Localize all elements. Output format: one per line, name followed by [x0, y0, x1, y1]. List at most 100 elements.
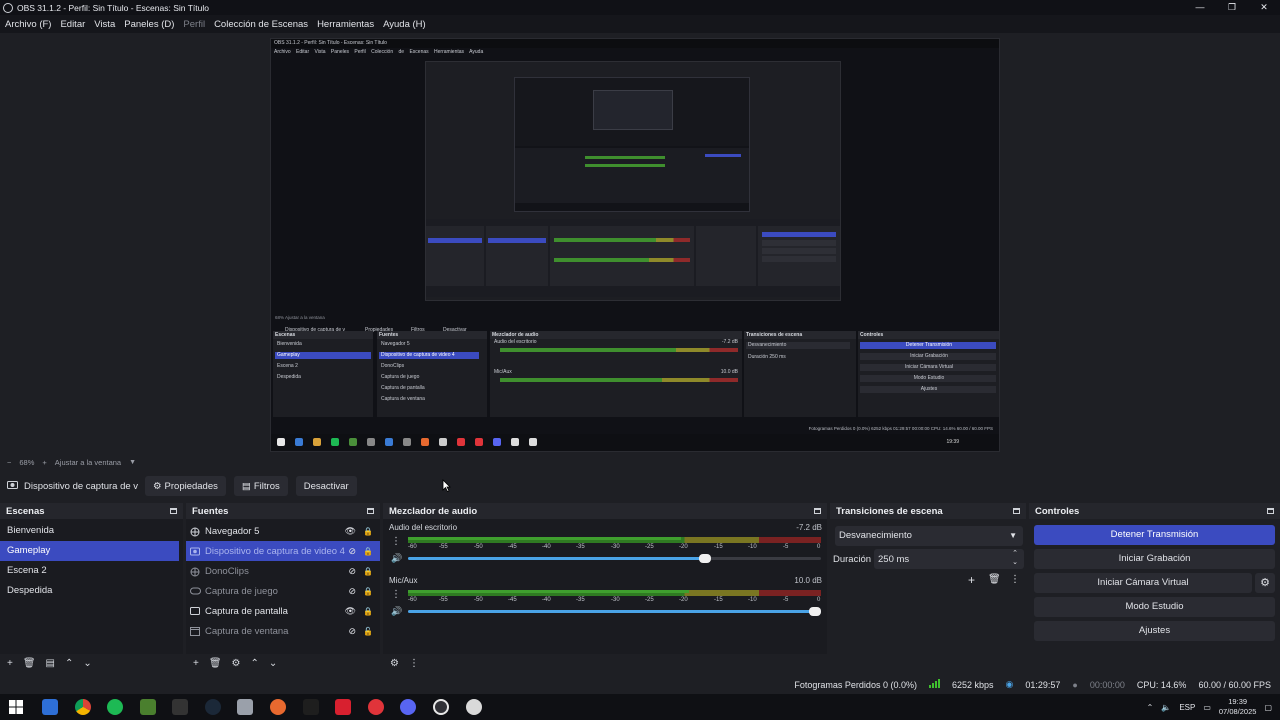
volume-icon[interactable]: 🔊: [391, 553, 402, 564]
deactivate-button[interactable]: Desactivar: [295, 476, 357, 496]
steam-icon[interactable]: [205, 699, 221, 715]
menu-herramientas[interactable]: Herramientas: [317, 19, 374, 30]
zoom-in-button[interactable]: +: [42, 458, 46, 467]
eye-off-icon[interactable]: ⊘: [348, 546, 356, 557]
arrow-up-icon[interactable]: ⌃: [65, 658, 73, 669]
arrow-down-icon[interactable]: ⌄: [269, 658, 277, 669]
app-icon[interactable]: [335, 699, 351, 715]
filter-icon[interactable]: ▤: [46, 658, 55, 669]
volume-slider[interactable]: [408, 607, 821, 616]
source-item[interactable]: Captura de ventana ⊘ 🔓: [186, 621, 380, 641]
menu-archivo[interactable]: Archivo (F): [5, 19, 51, 30]
eye-off-icon[interactable]: ⊘: [348, 626, 356, 637]
start-virtual-camera-button[interactable]: Iniciar Cámara Virtual: [1034, 573, 1252, 593]
zoom-out-button[interactable]: −: [7, 458, 11, 467]
more-icon[interactable]: ⋮: [1010, 574, 1020, 585]
file-explorer-icon[interactable]: [42, 699, 58, 715]
source-item[interactable]: Captura de juego ⊘ 🔒: [186, 581, 380, 601]
origin-icon[interactable]: [270, 699, 286, 715]
app-icon[interactable]: [303, 699, 319, 715]
app-icon[interactable]: [237, 699, 253, 715]
program-preview[interactable]: OBS 31.1.2 - Perfil: Sin Título - Escena…: [270, 38, 1000, 452]
maximize-button[interactable]: ❐: [1216, 0, 1248, 15]
start-recording-button[interactable]: Iniciar Grabación: [1034, 549, 1275, 569]
menu-coleccion[interactable]: Colección de Escenas: [214, 19, 308, 30]
volume-knob[interactable]: [809, 607, 821, 616]
properties-button[interactable]: ⚙ Propiedades: [145, 476, 226, 496]
scene-item[interactable]: Bienvenida: [0, 521, 183, 541]
eye-off-icon[interactable]: ⊘: [348, 566, 356, 577]
filters-button[interactable]: ▤ Filtros: [233, 476, 288, 496]
gear-icon[interactable]: ⚙: [390, 658, 399, 669]
obs-icon[interactable]: [433, 699, 449, 715]
source-item[interactable]: Navegador 5 👁 🔒: [186, 521, 380, 541]
clock[interactable]: 19:39 07/08/2025: [1219, 697, 1257, 717]
dock-menu-icon[interactable]: [1267, 508, 1274, 514]
lang-indicator[interactable]: ESP: [1179, 703, 1195, 712]
dock-menu-icon[interactable]: [170, 508, 177, 514]
volume-slider[interactable]: [408, 554, 821, 563]
lock-icon[interactable]: 🔓: [363, 627, 373, 636]
close-button[interactable]: ✕: [1248, 0, 1280, 15]
discord-icon[interactable]: [400, 699, 416, 715]
app-icon[interactable]: [466, 699, 482, 715]
gear-icon[interactable]: ⚙: [1255, 573, 1275, 593]
add-icon[interactable]: +: [193, 658, 199, 669]
menu-paneles[interactable]: Paneles (D): [124, 19, 174, 30]
source-item[interactable]: Dispositivo de captura de video 4 ⊘ 🔒: [186, 541, 380, 561]
minimize-button[interactable]: —: [1184, 0, 1216, 15]
app-icon[interactable]: [368, 699, 384, 715]
chevron-down-icon[interactable]: ▼: [129, 459, 136, 466]
trash-icon[interactable]: 🗑: [988, 574, 1001, 585]
source-item[interactable]: Captura de pantalla 👁 🔒: [186, 601, 380, 621]
studio-mode-button[interactable]: Modo Estudio: [1034, 597, 1275, 617]
chevron-up-icon[interactable]: ⌃: [1147, 703, 1154, 712]
gear-icon[interactable]: ⚙: [232, 658, 241, 669]
trash-icon[interactable]: 🗑: [23, 658, 36, 669]
menu-editar[interactable]: Editar: [60, 19, 85, 30]
dock-menu-icon[interactable]: [814, 508, 821, 514]
spin-down-icon[interactable]: ⌄: [1012, 558, 1018, 566]
more-icon[interactable]: ⋮: [391, 589, 401, 600]
lock-icon[interactable]: 🔒: [363, 567, 373, 576]
audio-meter: [408, 590, 821, 596]
lock-icon[interactable]: 🔒: [363, 547, 373, 556]
spotify-icon[interactable]: [107, 699, 123, 715]
trash-icon[interactable]: 🗑: [209, 658, 222, 669]
scene-item[interactable]: Despedida: [0, 581, 183, 601]
lock-icon[interactable]: 🔒: [363, 527, 373, 536]
source-item[interactable]: DonoClips ⊘ 🔒: [186, 561, 380, 581]
duration-field[interactable]: 250 ms ⌃ ⌄: [874, 549, 1024, 569]
eye-icon[interactable]: 👁: [345, 526, 356, 537]
speaker-icon[interactable]: 🔈: [1161, 703, 1171, 712]
network-icon[interactable]: ▭: [1203, 703, 1211, 712]
stop-stream-button[interactable]: Detener Transmisión: [1034, 525, 1275, 545]
menu-vista[interactable]: Vista: [94, 19, 115, 30]
app-icon[interactable]: [172, 699, 188, 715]
menu-perfil[interactable]: Perfil: [183, 19, 205, 30]
volume-icon[interactable]: 🔊: [391, 606, 402, 617]
minecraft-icon[interactable]: [140, 699, 156, 715]
notification-icon[interactable]: ▢: [1264, 703, 1272, 712]
fit-window-label[interactable]: Ajustar a la ventana: [55, 458, 121, 467]
arrow-down-icon[interactable]: ⌄: [83, 658, 91, 669]
lock-icon[interactable]: 🔒: [363, 607, 373, 616]
add-icon[interactable]: +: [968, 573, 975, 587]
lock-icon[interactable]: 🔒: [363, 587, 373, 596]
eye-off-icon[interactable]: ⊘: [348, 586, 356, 597]
chrome-icon[interactable]: [75, 699, 91, 715]
volume-knob[interactable]: [699, 554, 711, 563]
add-icon[interactable]: +: [7, 658, 13, 669]
scene-item[interactable]: Gameplay: [0, 541, 179, 561]
more-icon[interactable]: ⋮: [391, 536, 401, 547]
settings-button[interactable]: Ajustes: [1034, 621, 1275, 641]
menu-ayuda[interactable]: Ayuda (H): [383, 19, 426, 30]
windows-start-icon[interactable]: [8, 699, 24, 715]
more-icon[interactable]: ⋮: [409, 658, 419, 669]
dock-menu-icon[interactable]: [367, 508, 374, 514]
arrow-up-icon[interactable]: ⌃: [251, 658, 259, 669]
transition-select[interactable]: Desvanecimiento ▼: [835, 526, 1023, 546]
eye-icon[interactable]: 👁: [345, 606, 356, 617]
spin-up-icon[interactable]: ⌃: [1012, 549, 1018, 557]
scene-item[interactable]: Escena 2: [0, 561, 183, 581]
